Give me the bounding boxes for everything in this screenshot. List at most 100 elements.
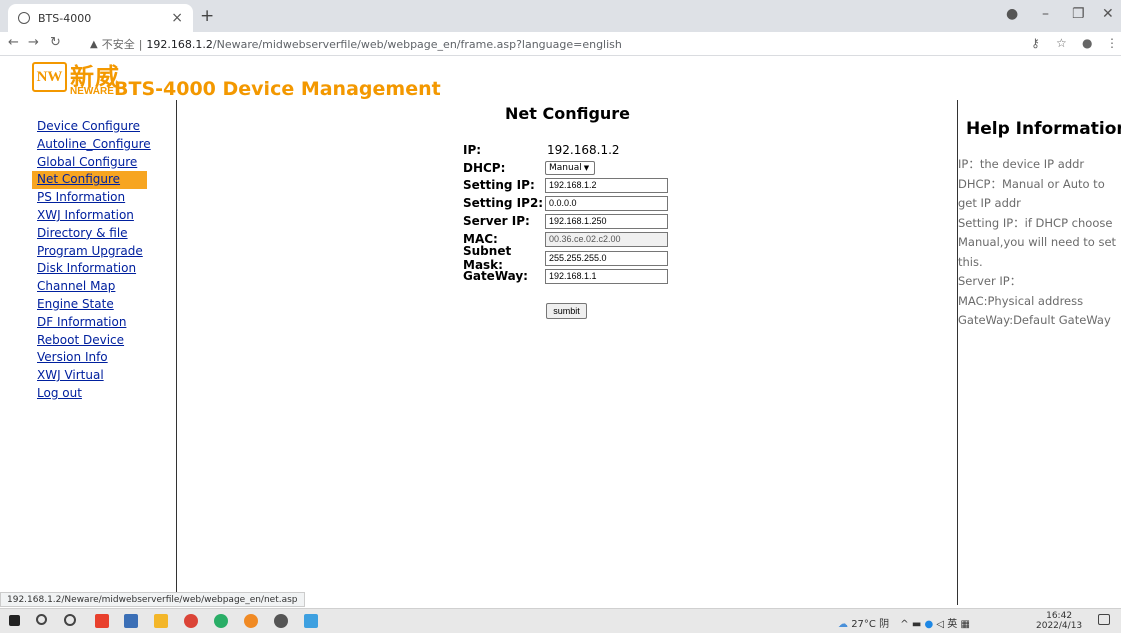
- help-line-setting-ip: Setting IP：if DHCP choose Manual,you wil…: [958, 215, 1117, 269]
- left-divider: [176, 100, 177, 605]
- setting-ip-input[interactable]: [545, 177, 668, 193]
- sidebar-nav: Device Configure Autoline_Configure Glob…: [32, 118, 151, 403]
- system-tray: ☁ 27°C 阴 ^ ▬ ● ◁ 英 ▦: [838, 615, 970, 630]
- subnet-mask-input[interactable]: [545, 250, 668, 266]
- subnet-row: Subnet Mask:: [463, 244, 668, 272]
- setting-ip2-label: Setting IP2:: [463, 196, 544, 210]
- address-bar[interactable]: ▲ 不安全 | 192.168.1.2 /Neware/midwebserver…: [90, 35, 1050, 53]
- taskbar-clock[interactable]: 16:42 2022/4/13: [1036, 611, 1082, 631]
- browser-tab[interactable]: BTS-4000 ×: [8, 4, 193, 32]
- setting-ip-row: Setting IP:: [463, 176, 668, 194]
- restore-button[interactable]: ❐: [1072, 6, 1085, 22]
- file-explorer-icon[interactable]: [154, 614, 168, 628]
- insecure-label: 不安全: [101, 38, 135, 51]
- server-ip-row: Server IP:: [463, 212, 668, 230]
- nav-engine-state[interactable]: Engine State: [32, 296, 147, 314]
- gateway-label: GateWay:: [463, 269, 528, 283]
- wechat-icon[interactable]: [214, 614, 228, 628]
- nav-global-configure[interactable]: Global Configure: [32, 154, 147, 172]
- gateway-input[interactable]: [545, 268, 668, 284]
- dhcp-label: DHCP:: [463, 161, 506, 175]
- search-app-icon[interactable]: [244, 614, 258, 628]
- battery-icon[interactable]: ▬: [912, 619, 921, 630]
- ip-label: IP:: [463, 143, 482, 157]
- nav-df-information[interactable]: DF Information: [32, 314, 147, 332]
- ip-row: IP: 192.168.1.2: [463, 141, 620, 159]
- nav-version-info[interactable]: Version Info: [32, 349, 147, 367]
- logo-english-text: NEWARE: [70, 86, 114, 97]
- weather-text[interactable]: 27°C 阴: [851, 619, 889, 630]
- server-ip-input[interactable]: [545, 213, 668, 229]
- help-line-dhcp: DHCP：Manual or Auto to get IP addr: [958, 176, 1105, 211]
- nav-program-upgrade[interactable]: Program Upgrade: [32, 243, 147, 261]
- gateway-row: GateWay:: [463, 267, 668, 285]
- ip-value: 192.168.1.2: [547, 143, 620, 157]
- globe-icon: [18, 12, 30, 24]
- forward-icon[interactable]: →: [28, 35, 39, 50]
- back-icon[interactable]: ←: [8, 35, 19, 50]
- nav-log-out[interactable]: Log out: [32, 385, 147, 403]
- logo-mark: NW: [36, 68, 63, 85]
- search-icon[interactable]: [36, 614, 47, 625]
- nav-xwj-information[interactable]: XWJ Information: [32, 207, 147, 225]
- mac-input: [545, 231, 668, 247]
- address-host: 192.168.1.2: [146, 37, 213, 51]
- close-window-button[interactable]: ✕: [1102, 6, 1114, 22]
- tab-title: BTS-4000: [38, 11, 92, 25]
- neware-logo-icon: NW: [32, 62, 67, 92]
- notification-icon[interactable]: [1098, 614, 1110, 625]
- dhcp-selected-value: Manual: [549, 163, 582, 173]
- key-icon[interactable]: ⚷: [1031, 36, 1040, 50]
- menu-icon[interactable]: ⋮: [1106, 36, 1118, 50]
- account-icon[interactable]: ●: [1082, 36, 1092, 50]
- status-url: 192.168.1.2/Neware/midwebserverfile/web/…: [0, 592, 305, 607]
- cortana-icon[interactable]: [64, 614, 76, 626]
- keyboard-icon[interactable]: ▦: [960, 619, 969, 630]
- clock-time: 16:42: [1046, 611, 1073, 621]
- help-line-mac: MAC:Physical address: [958, 293, 1084, 308]
- form-title: Net Configure: [505, 104, 631, 123]
- nav-disk-information[interactable]: Disk Information: [32, 260, 147, 278]
- new-tab-button[interactable]: +: [200, 6, 214, 26]
- nav-autoline-configure[interactable]: Autoline_Configure: [32, 136, 151, 154]
- volume-icon[interactable]: ◁: [936, 619, 944, 630]
- nav-channel-map[interactable]: Channel Map: [32, 278, 147, 296]
- profile-icon[interactable]: ●: [1006, 6, 1018, 22]
- help-body: IP：the device IP addr DHCP：Manual or Aut…: [958, 155, 1118, 331]
- help-line-ip: IP：the device IP addr: [958, 157, 1085, 171]
- chrome-icon[interactable]: [184, 614, 198, 628]
- dhcp-select[interactable]: Manual ▼: [545, 161, 595, 175]
- chevron-down-icon: ▼: [583, 164, 590, 172]
- star-icon[interactable]: ☆: [1056, 36, 1067, 50]
- nav-xwj-virtual[interactable]: XWJ Virtual: [32, 367, 147, 385]
- calculator-icon[interactable]: [124, 614, 138, 628]
- network-icon[interactable]: ●: [924, 619, 933, 630]
- server-ip-label: Server IP:: [463, 214, 530, 228]
- submit-button[interactable]: sumbit: [546, 303, 587, 319]
- nav-directory-file[interactable]: Directory & file: [32, 225, 147, 243]
- nav-ps-information[interactable]: PS Information: [32, 189, 147, 207]
- settings-gear-icon[interactable]: [274, 614, 288, 628]
- warning-icon: ▲: [90, 38, 98, 50]
- nav-reboot-device[interactable]: Reboot Device: [32, 332, 147, 350]
- setting-ip2-row: Setting IP2:: [463, 194, 668, 212]
- nav-net-configure[interactable]: Net Configure: [32, 171, 147, 190]
- reload-icon[interactable]: ↻: [50, 35, 61, 50]
- setting-ip-label: Setting IP:: [463, 178, 535, 192]
- address-separator: |: [138, 37, 143, 51]
- dhcp-row: DHCP: Manual ▼: [463, 159, 595, 177]
- close-tab-icon[interactable]: ×: [171, 10, 183, 26]
- remote-desktop-icon[interactable]: [304, 614, 318, 628]
- tray-chevron-icon[interactable]: ^: [900, 619, 908, 630]
- address-path: /Neware/midwebserverfile/web/webpage_en/…: [212, 37, 622, 51]
- nav-device-configure[interactable]: Device Configure: [32, 118, 147, 136]
- windows-taskbar: ☁ 27°C 阴 ^ ▬ ● ◁ 英 ▦ 16:42 2022/4/13: [0, 608, 1121, 633]
- weather-icon[interactable]: ☁: [838, 619, 848, 630]
- help-title: Help Information: [966, 119, 1121, 139]
- windows-start-icon[interactable]: [9, 615, 20, 626]
- minimize-button[interactable]: –: [1042, 6, 1049, 22]
- ime-indicator[interactable]: 英: [947, 619, 957, 630]
- page-title: BTS-4000 Device Management: [114, 78, 441, 100]
- setting-ip2-input[interactable]: [545, 195, 668, 211]
- app-red-icon[interactable]: [95, 614, 109, 628]
